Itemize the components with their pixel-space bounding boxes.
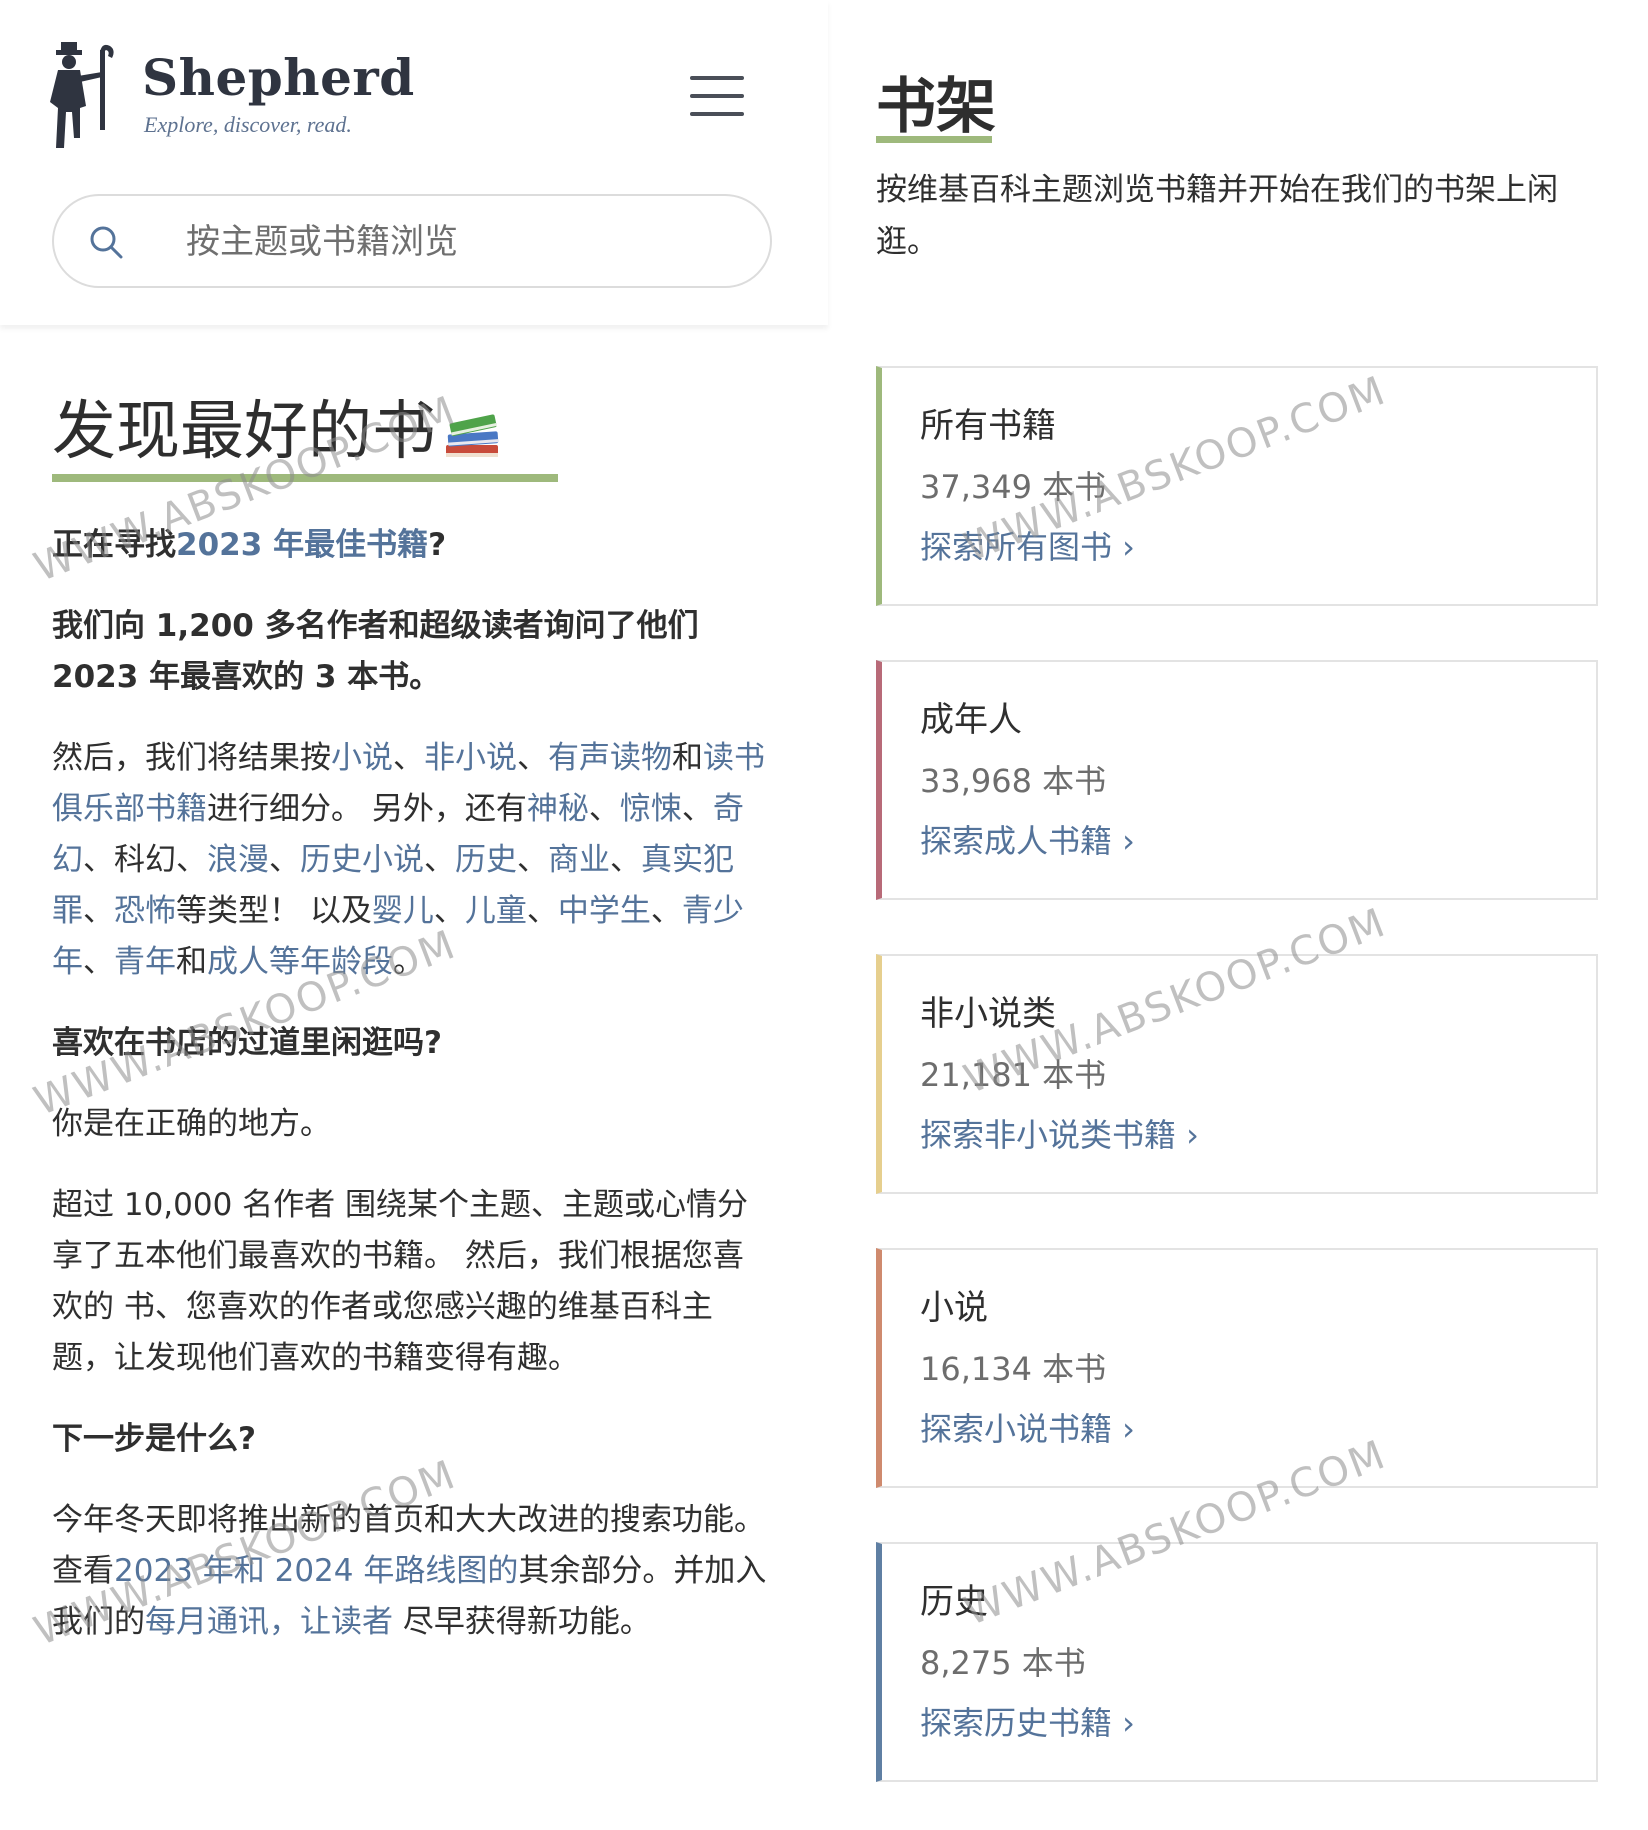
search-icon bbox=[90, 226, 123, 259]
search-bar[interactable] bbox=[52, 194, 772, 288]
shelf-card-fiction[interactable]: 小说 16,134 本书 探索小说书籍 › bbox=[876, 1248, 1598, 1488]
card-title: 成年人 bbox=[920, 700, 1022, 740]
main-content: 发现最好的书 正在寻找2023 年最佳书籍? 我们向 1,200 多名作者和超级… bbox=[52, 390, 772, 1648]
search-input[interactable] bbox=[184, 214, 748, 270]
link-horror[interactable]: 恐怖 bbox=[114, 893, 176, 929]
card-title: 所有书籍 bbox=[920, 406, 1056, 446]
shelf-card-history[interactable]: 历史 8,275 本书 探索历史书籍 › bbox=[876, 1542, 1598, 1782]
link-business[interactable]: 商业 bbox=[548, 842, 610, 878]
hero-title: 发现最好的书 bbox=[52, 390, 512, 474]
shelf-card-all-books[interactable]: 所有书籍 37,349 本书 探索所有图书 › bbox=[876, 366, 1598, 606]
link-romance[interactable]: 浪漫 bbox=[207, 842, 269, 878]
card-count: 33,968 本书 bbox=[920, 762, 1107, 800]
link-mystery[interactable]: 神秘 bbox=[527, 791, 589, 827]
card-title: 小说 bbox=[920, 1288, 988, 1328]
card-count: 16,134 本书 bbox=[920, 1350, 1107, 1388]
books-stack-icon bbox=[446, 414, 499, 457]
card-explore-link[interactable]: 探索历史书籍 › bbox=[920, 1698, 1135, 1744]
bookshelf-underline bbox=[876, 136, 992, 143]
shepherd-logo-icon bbox=[50, 42, 114, 148]
shelf-card-adult[interactable]: 成年人 33,968 本书 探索成人书籍 › bbox=[876, 660, 1598, 900]
link-baby[interactable]: 婴儿 bbox=[372, 893, 434, 929]
link-adult[interactable]: 成人等年龄段 bbox=[207, 944, 393, 980]
brand-name[interactable]: Shepherd bbox=[142, 48, 415, 107]
card-count: 37,349 本书 bbox=[920, 468, 1107, 506]
link-middle-grade[interactable]: 中学生 bbox=[558, 893, 651, 929]
roadmap-paragraph: 今年冬天即将推出新的首页和大大改进的搜索功能。查看2023 年和 2024 年路… bbox=[52, 1502, 767, 1640]
best-books-2023-link[interactable]: 2023 年最佳书籍 bbox=[176, 527, 428, 563]
link-children[interactable]: 儿童 bbox=[465, 893, 527, 929]
roadmap-link[interactable]: 2023 年和 2024 年路线图的 bbox=[114, 1553, 518, 1589]
bookshelf-title: 书架 bbox=[876, 72, 996, 142]
card-explore-link[interactable]: 探索所有图书 › bbox=[920, 522, 1135, 568]
link-audiobooks[interactable]: 有声读物 bbox=[548, 740, 672, 776]
shelf-card-nonfiction[interactable]: 非小说类 21,181 本书 探索非小说类书籍 › bbox=[876, 954, 1598, 1194]
card-count: 8,275 本书 bbox=[920, 1644, 1086, 1682]
brand-tagline: Explore, discover, read. bbox=[144, 112, 352, 137]
card-count: 21,181 本书 bbox=[920, 1056, 1107, 1094]
browse-heading: 喜欢在书店的过道里闲逛吗? bbox=[52, 1025, 442, 1061]
card-explore-link[interactable]: 探索非小说类书籍 › bbox=[920, 1110, 1199, 1156]
site-header: Shepherd Explore, discover, read. bbox=[0, 0, 828, 325]
link-novel[interactable]: 小说 bbox=[331, 740, 393, 776]
whats-next-heading: 下一步是什么? bbox=[52, 1421, 256, 1457]
authors-paragraph: 超过 10,000 名作者 围绕某个主题、主题或心情分享了五本他们最喜欢的书籍。… bbox=[52, 1187, 749, 1376]
best-books-question: 正在寻找2023 年最佳书籍? bbox=[52, 527, 447, 563]
right-place-text: 你是在正确的地方。 bbox=[52, 1106, 331, 1142]
link-thriller[interactable]: 惊悚 bbox=[620, 791, 682, 827]
card-title: 非小说类 bbox=[920, 994, 1056, 1034]
newsletter-link[interactable]: 每月通讯，让读者 bbox=[145, 1604, 393, 1640]
link-historical-fiction[interactable]: 历史小说 bbox=[300, 842, 424, 878]
categories-paragraph: 然后，我们将结果按小说、非小说、有声读物和读书俱乐部书籍进行细分。 另外，还有神… bbox=[52, 740, 765, 980]
link-nonfiction[interactable]: 非小说 bbox=[424, 740, 517, 776]
card-explore-link[interactable]: 探索成人书籍 › bbox=[920, 816, 1135, 862]
card-title: 历史 bbox=[920, 1582, 988, 1622]
link-history[interactable]: 历史 bbox=[455, 842, 517, 878]
survey-paragraph: 我们向 1,200 多名作者和超级读者询问了他们 2023 年最喜欢的 3 本书… bbox=[52, 608, 699, 695]
left-panel: Shepherd Explore, discover, read. 发现最好的书… bbox=[0, 0, 830, 1830]
bookshelf-panel: 书架 按维基百科主题浏览书籍并开始在我们的书架上闲逛。 所有书籍 37,349 … bbox=[876, 0, 1606, 1830]
hamburger-menu-icon[interactable] bbox=[690, 76, 744, 118]
hero-underline bbox=[52, 474, 558, 482]
link-young-adult[interactable]: 青年 bbox=[114, 944, 176, 980]
card-explore-link[interactable]: 探索小说书籍 › bbox=[920, 1404, 1135, 1450]
bookshelf-description: 按维基百科主题浏览书籍并开始在我们的书架上闲逛。 bbox=[876, 172, 1558, 260]
